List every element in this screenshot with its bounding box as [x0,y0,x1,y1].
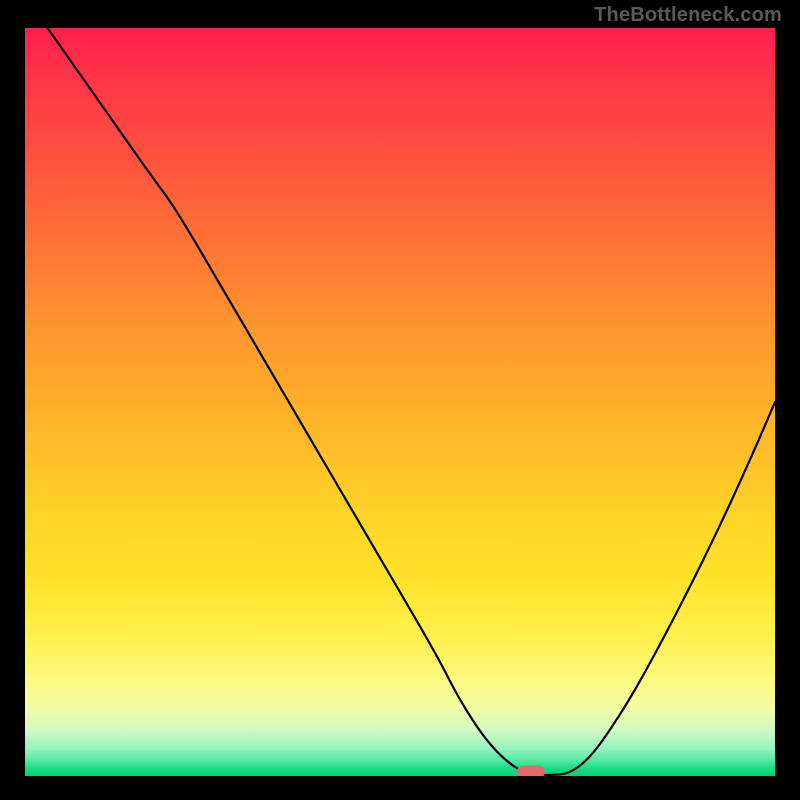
chart-stage: TheBottleneck.com [0,0,800,800]
optimal-marker [517,766,545,777]
plot-area [25,28,775,776]
curve-layer [25,28,775,776]
bottleneck-curve [48,28,776,775]
watermark-text: TheBottleneck.com [594,4,782,27]
